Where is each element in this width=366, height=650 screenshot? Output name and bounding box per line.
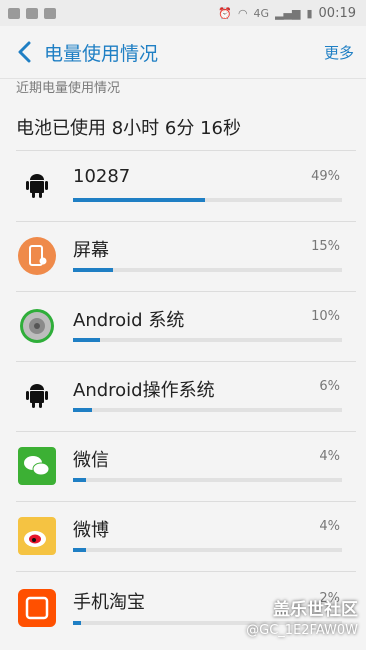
- app-row-weibo[interactable]: 微博 4%: [0, 501, 366, 571]
- mail-icon: [44, 7, 56, 19]
- app-percent: 49%: [311, 169, 340, 184]
- watermark-title: 盖乐世社区: [273, 600, 358, 620]
- watermark-handle: @GC_1E2FAW0W: [246, 623, 358, 638]
- android-icon: [26, 174, 48, 198]
- usage-bar-fill: [73, 408, 92, 412]
- usage-bar: [73, 408, 342, 412]
- taobao-icon: [18, 589, 56, 627]
- app-row-android-os[interactable]: Android操作系统 6%: [0, 361, 366, 431]
- app-bar: 电量使用情况 更多: [0, 26, 366, 79]
- app-row-screen[interactable]: 屏幕 15%: [0, 221, 366, 291]
- usage-bar: [73, 198, 342, 202]
- wifi-icon: ◠: [237, 6, 248, 20]
- usage-bar-fill: [73, 268, 114, 272]
- app-row-android-system[interactable]: Android 系统 10%: [0, 291, 366, 361]
- usage-bar-fill: [73, 338, 100, 342]
- usage-bar: [73, 478, 342, 482]
- usage-bar-fill: [73, 621, 82, 625]
- usage-bar: [73, 268, 342, 272]
- app-name: Android操作系统: [73, 380, 215, 401]
- app-name: 微博: [73, 520, 109, 541]
- section-header: 近期电量使用情况: [16, 81, 121, 96]
- alarm-icon: ⏰: [218, 6, 232, 20]
- usage-bar: [73, 338, 342, 342]
- app-name: Android 系统: [73, 310, 185, 331]
- app-name: 微信: [73, 450, 109, 471]
- android-icon: [26, 384, 48, 408]
- status-bar: ⏰ ◠ 4G ▂▄▆ ▮ 00:19: [0, 0, 366, 26]
- usage-bar-fill: [73, 548, 87, 552]
- page-title: 电量使用情况: [44, 42, 159, 65]
- clock: 00:19: [318, 5, 356, 21]
- more-button[interactable]: 更多: [324, 42, 354, 63]
- notification-icons: [8, 7, 56, 19]
- network-type: 4G: [253, 6, 270, 20]
- usage-bar-fill: [73, 198, 205, 202]
- app-name: 手机淘宝: [73, 592, 145, 613]
- image-notification-icon: [8, 7, 20, 19]
- battery-icon: ▮: [306, 6, 313, 20]
- system-icons: ⏰ ◠ 4G ▂▄▆ ▮ 00:19: [218, 6, 356, 21]
- wechat-icon: [18, 447, 56, 485]
- app-percent: 15%: [311, 239, 340, 254]
- app-notification-icon: [26, 7, 38, 19]
- app-row-wechat[interactable]: 微信 4%: [0, 431, 366, 501]
- app-percent: 4%: [319, 519, 340, 534]
- battery-usage-summary: 电池已使用 8小时 6分 16秒: [16, 118, 241, 139]
- usage-bar-fill: [73, 478, 87, 482]
- app-percent: 4%: [319, 449, 340, 464]
- chevron-left-icon: [18, 41, 31, 63]
- signal-icon: ▂▄▆: [275, 6, 301, 20]
- weibo-icon: [18, 517, 56, 555]
- back-button[interactable]: [6, 26, 42, 78]
- usage-bar: [73, 548, 342, 552]
- app-percent: 10%: [311, 309, 340, 324]
- app-name: 10287: [73, 166, 131, 187]
- android-system-icon: [20, 309, 54, 343]
- screen-icon: [18, 237, 56, 275]
- app-percent: 6%: [319, 379, 340, 394]
- app-name: 屏幕: [73, 240, 109, 261]
- app-row-10287[interactable]: 10287 49%: [0, 151, 366, 221]
